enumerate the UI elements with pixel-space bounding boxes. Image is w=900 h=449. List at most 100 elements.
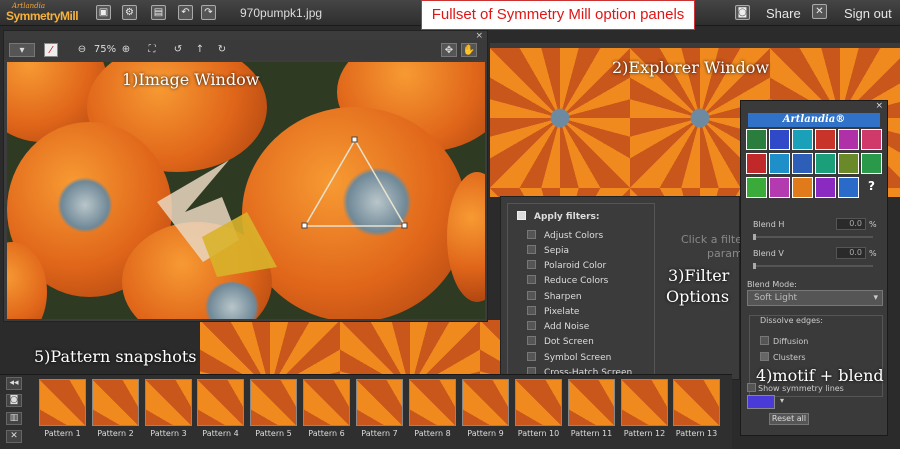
filter-hint: Click a filter <box>681 233 747 246</box>
snapshot-label: Pattern 6 <box>308 429 345 438</box>
filter-label: Reduce Colors <box>544 276 609 286</box>
close-icon[interactable]: ✕ <box>6 430 22 443</box>
snapshot-thumb[interactable] <box>92 379 139 426</box>
fit-icon[interactable]: ⛶ <box>146 43 158 57</box>
snapshot-label: Pattern 1 <box>44 429 81 438</box>
trash-icon[interactable]: ▥ <box>6 412 22 425</box>
filter-item[interactable]: Sepia <box>527 245 569 256</box>
snapshot-label: Pattern 11 <box>570 429 613 438</box>
snapshot-thumb[interactable] <box>621 379 668 426</box>
symmetry-triangle[interactable] <box>7 62 485 319</box>
snapshot-thumb[interactable] <box>673 379 720 426</box>
apply-filters-checkbox[interactable]: Apply filters: <box>517 211 600 222</box>
close-icon[interactable]: × <box>875 101 883 111</box>
zoom-out-icon[interactable]: ⊖ <box>76 43 88 57</box>
snapshot-thumb[interactable] <box>356 379 403 426</box>
filter-item[interactable]: Dot Screen <box>527 336 594 347</box>
blend-v-label: Blend V <box>753 249 784 258</box>
filter-label: Add Noise <box>544 322 590 332</box>
tools-icon[interactable]: ✕ <box>812 4 827 19</box>
motif-tile[interactable] <box>861 153 882 174</box>
motif-panel: × Artlandia® ? Blend H 0.0 % Blend V 0.0… <box>740 100 888 436</box>
snapshot-label: Pattern 2 <box>97 429 134 438</box>
rewind-icon[interactable]: ◂◂ <box>6 377 22 390</box>
no-fill-icon[interactable]: ⁄ <box>44 43 58 57</box>
motif-tile[interactable] <box>792 153 813 174</box>
motif-tile[interactable] <box>746 129 767 150</box>
snapshot-tools: ◂◂ ◙ ▥ ✕ <box>4 377 26 447</box>
filter-label: Adjust Colors <box>544 231 604 241</box>
snapshot-thumb[interactable] <box>515 379 562 426</box>
open-icon[interactable]: ⚙ <box>122 5 137 20</box>
color-picker[interactable]: ▾ <box>9 43 35 57</box>
motif-tile[interactable] <box>769 177 790 198</box>
motif-tile[interactable] <box>746 153 767 174</box>
hand-icon[interactable]: ✋ <box>461 43 477 57</box>
filter-item[interactable]: Reduce Colors <box>527 275 608 286</box>
snapshot-thumb[interactable] <box>145 379 192 426</box>
apply-filters-label: Apply filters: <box>534 212 600 222</box>
explorer-label: 2)Explorer Window <box>612 58 770 77</box>
snapshot-thumb[interactable] <box>250 379 297 426</box>
motif-tile[interactable] <box>815 129 836 150</box>
clusters-checkbox[interactable]: Clusters <box>760 352 806 362</box>
blend-v-slider[interactable] <box>753 263 873 269</box>
arrow-up-icon[interactable]: ↑ <box>194 43 206 57</box>
filter-item[interactable]: Add Noise <box>527 321 589 332</box>
filter-item[interactable]: Pixelate <box>527 306 579 317</box>
filter-label: Sharpen <box>544 292 582 302</box>
pumpkin-photo[interactable] <box>7 62 485 319</box>
blend-v-input[interactable]: 0.0 <box>836 247 866 259</box>
motif-tile[interactable] <box>838 177 859 198</box>
motif-tile[interactable] <box>769 129 790 150</box>
camera-icon[interactable]: ◙ <box>735 5 750 20</box>
redo-icon[interactable]: ↷ <box>201 5 216 20</box>
snapshot-thumb[interactable] <box>462 379 509 426</box>
snapshot-thumb[interactable] <box>409 379 456 426</box>
blend-h-label: Blend H <box>753 220 785 229</box>
blend-mode-select[interactable]: Soft Light <box>747 290 883 306</box>
motif-tile[interactable] <box>792 177 813 198</box>
blend-h-input[interactable]: 0.0 <box>836 218 866 230</box>
motif-tile[interactable] <box>792 129 813 150</box>
filter-item[interactable]: Sharpen <box>527 291 582 302</box>
save-icon[interactable]: ▤ <box>151 5 166 20</box>
motif-tile[interactable] <box>815 177 836 198</box>
file-name: 970pumpk1.jpg <box>240 6 323 20</box>
snapshot-label: Pattern 9 <box>467 429 504 438</box>
blend-mode-label: Blend Mode: <box>747 280 797 289</box>
camera-icon[interactable]: ◙ <box>6 394 22 407</box>
logo-main-text: SymmetryMill <box>6 9 79 23</box>
filter-item[interactable]: Adjust Colors <box>527 230 603 241</box>
snapshot-label: Pattern 7 <box>361 429 398 438</box>
image-window-label: 1)Image Window <box>122 70 260 89</box>
motif-tile[interactable] <box>838 129 859 150</box>
filter-item[interactable]: Symbol Screen <box>527 352 611 363</box>
snapshot-thumb[interactable] <box>303 379 350 426</box>
snapshot-thumb[interactable] <box>568 379 615 426</box>
snapshot-thumb[interactable] <box>39 379 86 426</box>
new-icon[interactable]: ▣ <box>96 5 111 20</box>
zoom-in-icon[interactable]: ⊕ <box>120 43 132 57</box>
snapshot-thumb[interactable] <box>197 379 244 426</box>
motif-tile[interactable] <box>815 153 836 174</box>
undo-icon[interactable]: ↶ <box>178 5 193 20</box>
sign-out-link[interactable]: Sign out <box>844 6 892 21</box>
share-link[interactable]: Share <box>766 6 801 21</box>
snapshot-label: Pattern 10 <box>517 429 560 438</box>
help-icon[interactable]: ? <box>868 179 875 193</box>
diffusion-checkbox[interactable]: Diffusion <box>760 336 808 346</box>
motif-tile[interactable] <box>769 153 790 174</box>
rotate-left-icon[interactable]: ↺ <box>172 43 184 57</box>
motif-tile[interactable] <box>838 153 859 174</box>
color-swatch[interactable]: ▾ <box>747 395 784 409</box>
show-lines-label: Show symmetry lines <box>758 384 844 393</box>
filter-item[interactable]: Polaroid Color <box>527 260 606 271</box>
motif-tile[interactable] <box>746 177 767 198</box>
motif-tile[interactable] <box>861 129 882 150</box>
reset-all-button[interactable]: Reset all <box>769 413 809 425</box>
blend-h-slider[interactable] <box>753 234 873 240</box>
move-icon[interactable]: ✥ <box>441 43 457 57</box>
rotate-right-icon[interactable]: ↻ <box>216 43 228 57</box>
snapshot-label: Pattern 13 <box>675 429 718 438</box>
